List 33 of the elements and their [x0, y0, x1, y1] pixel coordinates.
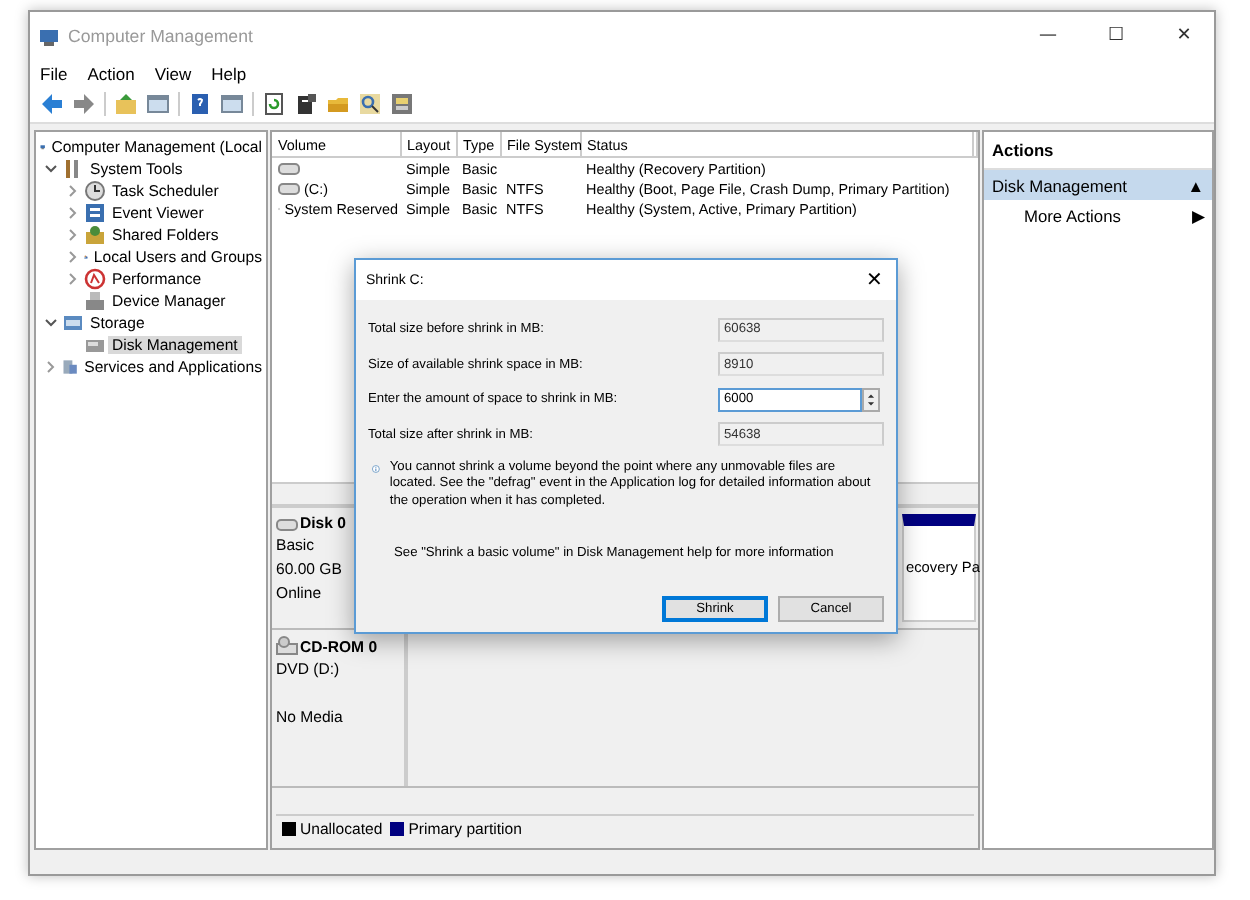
- task-link[interactable]: More Actions ▶: [984, 200, 1212, 230]
- section-header[interactable]: Disk Management ▲: [984, 170, 1212, 200]
- maximize-button[interactable]: ☐: [1086, 12, 1146, 60]
- chevron-right-icon[interactable]: [66, 228, 80, 242]
- window-title: Computer Management: [68, 26, 255, 46]
- disk-settings-icon[interactable]: [390, 92, 414, 116]
- chevron-right-icon[interactable]: [44, 360, 58, 374]
- chevron-down-icon[interactable]: [44, 316, 58, 330]
- minimize-button[interactable]: —: [1018, 12, 1078, 60]
- close-button[interactable]: ✕: [862, 268, 886, 292]
- panel-icon[interactable]: [146, 92, 170, 116]
- arrow-left-icon[interactable]: [40, 92, 64, 116]
- chevron-down-icon[interactable]: [44, 162, 58, 176]
- folder-icon[interactable]: [326, 92, 350, 116]
- menu-item[interactable]: View: [154, 63, 192, 83]
- chevron-right-icon[interactable]: [66, 250, 80, 264]
- spinner-icon[interactable]: [862, 387, 880, 412]
- chevron-right-icon[interactable]: [66, 272, 80, 286]
- refresh-icon[interactable]: [262, 92, 286, 116]
- help-icon[interactable]: [188, 92, 212, 116]
- folder-up-icon[interactable]: [114, 92, 138, 116]
- arrow-right-icon[interactable]: [72, 92, 96, 116]
- menu-item[interactable]: File: [40, 63, 68, 83]
- menu-item[interactable]: Help: [211, 63, 247, 83]
- info-icon: [372, 460, 380, 478]
- chevron-right-icon[interactable]: [66, 206, 80, 220]
- app-icon: [38, 25, 60, 47]
- panel-icon[interactable]: [220, 92, 244, 116]
- close-button[interactable]: ✕: [1154, 12, 1214, 60]
- menu-item[interactable]: Action: [87, 63, 135, 83]
- magnifier-icon[interactable]: [358, 92, 382, 116]
- chevron-right-icon[interactable]: [66, 184, 80, 198]
- properties-icon[interactable]: [294, 92, 318, 116]
